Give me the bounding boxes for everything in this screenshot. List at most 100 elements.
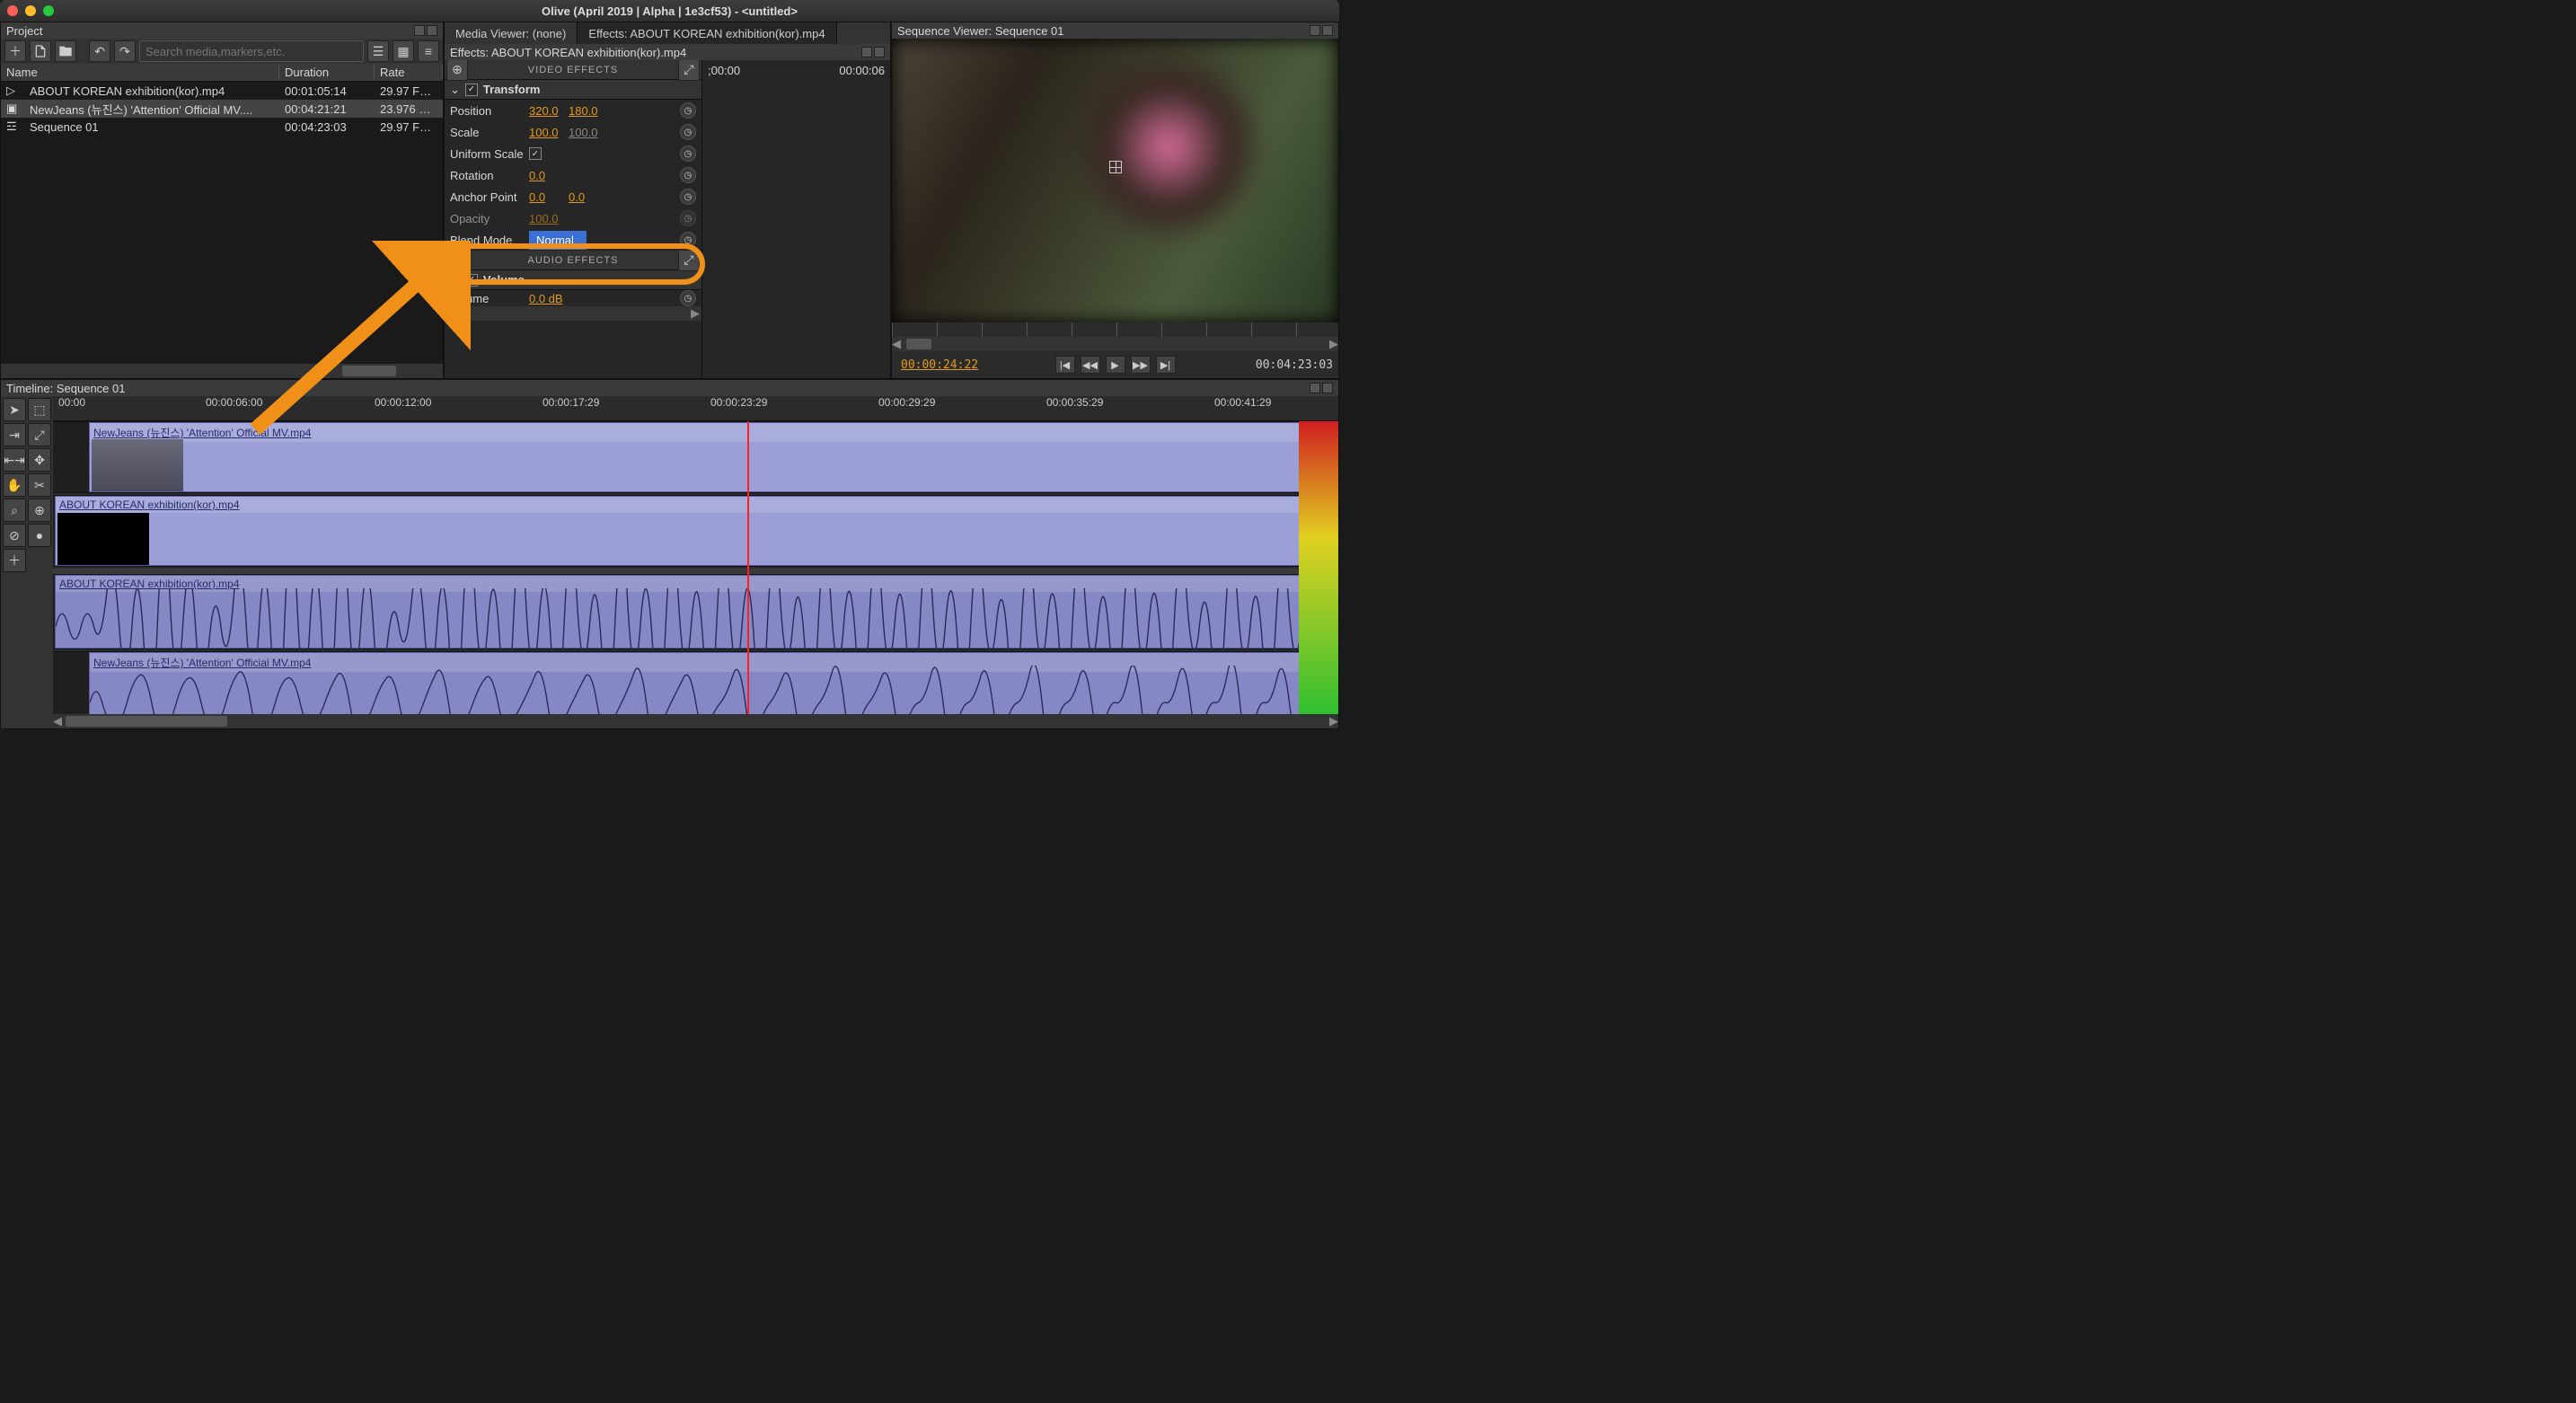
rotation-label: Rotation [450, 169, 529, 182]
keyframe-button[interactable]: ◷ [680, 146, 696, 162]
go-end-button[interactable]: ▶| [1156, 356, 1176, 374]
scale-x[interactable]: 100.0 [529, 126, 561, 139]
volume-value[interactable]: 0.0 dB [529, 292, 563, 305]
panel-close-icon[interactable] [1322, 383, 1333, 393]
audio-meter [1299, 421, 1338, 714]
keyframe-button[interactable]: ◷ [680, 210, 696, 226]
effects-panel: Media Viewer: (none) Effects: ABOUT KORE… [444, 22, 891, 379]
slip-tool[interactable]: ⇤⇥ [3, 448, 26, 472]
tab-media-viewer[interactable]: Media Viewer: (none) [445, 22, 578, 44]
rolling-tool[interactable]: ⤢ [28, 423, 51, 446]
video-clip[interactable]: ABOUT KOREAN exhibition(kor).mp4 [55, 496, 1328, 566]
audio-clip[interactable]: NewJeans (뉴진스) 'Attention' Official MV.m… [89, 652, 1328, 714]
chevron-down-icon[interactable]: ⌄ [450, 83, 460, 97]
grid-view-button[interactable]: ▦ [393, 40, 414, 62]
anchor-x[interactable]: 0.0 [529, 190, 561, 204]
video-effects-header: VIDEO EFFECTS [528, 65, 618, 75]
project-item[interactable]: ▷ ABOUT KOREAN exhibition(kor).mp4 00:01… [1, 82, 443, 100]
tree-view-button[interactable]: ≡ [418, 40, 439, 62]
col-duration[interactable]: Duration [279, 66, 375, 79]
clip-thumbnail [92, 439, 183, 491]
keyframe-button[interactable]: ◷ [680, 290, 696, 306]
panel-close-icon[interactable] [1322, 25, 1333, 36]
col-name[interactable]: Name [1, 66, 279, 79]
record-button[interactable]: ● [28, 524, 51, 547]
open-button[interactable] [30, 40, 51, 62]
col-rate[interactable]: Rate [375, 66, 443, 79]
scale-y: 100.0 [569, 126, 601, 139]
search-input[interactable] [139, 40, 364, 62]
video-viewport[interactable] [892, 39, 1338, 322]
anchor-label: Anchor Point [450, 190, 529, 204]
panel-float-icon[interactable] [1310, 25, 1320, 36]
timeline-panel: Timeline: Sequence 01 ➤⬚ ⇥⤢ ⇤⇥✥ ✋✂ ⌕⊕ ⊘●… [0, 379, 1339, 729]
keyframe-button[interactable]: ◷ [680, 167, 696, 183]
timeline-title: Timeline: Sequence 01 [6, 382, 126, 395]
position-y[interactable]: 180.0 [569, 104, 601, 118]
scale-label: Scale [450, 126, 529, 139]
kf-ruler-start: ;00:00 [708, 64, 740, 76]
sequence-viewer-panel: Sequence Viewer: Sequence 01 ◀▶ 00:00:24… [891, 22, 1339, 379]
slide-tool[interactable]: ✥ [28, 448, 51, 472]
play-button[interactable]: ▶ [1106, 356, 1125, 374]
anchor-y[interactable]: 0.0 [569, 190, 601, 204]
keyframe-button[interactable]: ◷ [680, 189, 696, 205]
fast-forward-button[interactable]: ▶▶ [1131, 356, 1151, 374]
hand-tool[interactable]: ✋ [3, 473, 26, 497]
effects-hscroll[interactable]: ◀▶ [445, 306, 701, 321]
transition-tool[interactable]: ⊕ [28, 499, 51, 522]
add-track-button[interactable]: ＋ [3, 549, 26, 572]
annotation-highlight [439, 243, 705, 285]
edit-tool[interactable]: ⬚ [28, 398, 51, 421]
kf-ruler-end: 00:00:06 [839, 64, 885, 76]
transform-enable-checkbox[interactable]: ✓ [465, 84, 478, 96]
position-label: Position [450, 104, 529, 118]
titlebar: Olive (April 2019 | Alpha | 1e3cf53) - <… [0, 0, 1339, 22]
effects-subtitle: Effects: ABOUT KOREAN exhibition(kor).mp… [450, 46, 686, 59]
tab-effects[interactable]: Effects: ABOUT KOREAN exhibition(kor).mp… [578, 22, 836, 44]
uniform-scale-label: Uniform Scale [450, 147, 529, 161]
audio-clip[interactable]: ABOUT KOREAN exhibition(kor).mp4 [55, 575, 1328, 649]
panel-float-icon[interactable] [1310, 383, 1320, 393]
window-title: Olive (April 2019 | Alpha | 1e3cf53) - <… [0, 4, 1339, 18]
opacity-value[interactable]: 100.0 [529, 212, 561, 225]
rotation-value[interactable]: 0.0 [529, 169, 561, 182]
panel-close-icon[interactable] [874, 47, 885, 57]
opacity-label: Opacity [450, 212, 529, 225]
timeline-hscroll[interactable]: ◀▶ [53, 714, 1338, 728]
razor-tool[interactable]: ✂ [28, 473, 51, 497]
folder-button[interactable] [55, 40, 76, 62]
project-item[interactable]: ☲ Sequence 01 00:04:23:03 29.97 FPS [1, 118, 443, 136]
panel-close-icon[interactable] [427, 25, 437, 36]
timeline-tracks[interactable]: NewJeans (뉴진스) 'Attention' Official MV.m… [53, 421, 1338, 714]
add-video-effect-button[interactable]: ⊕ [446, 60, 468, 81]
panel-float-icon[interactable] [861, 47, 872, 57]
zoom-tool[interactable]: ⌕ [3, 499, 26, 522]
timeline-tools: ➤⬚ ⇥⤢ ⇤⇥✥ ✋✂ ⌕⊕ ⊘● ＋ [1, 396, 53, 728]
viewer-hscroll[interactable]: ◀▶ [892, 337, 1338, 351]
panel-float-icon[interactable] [414, 25, 425, 36]
uniform-scale-checkbox[interactable]: ✓ [529, 147, 542, 160]
list-view-button[interactable]: ☰ [367, 40, 389, 62]
sequence-viewer-title: Sequence Viewer: Sequence 01 [897, 24, 1064, 38]
playhead[interactable] [747, 421, 749, 714]
go-start-button[interactable]: |◀ [1055, 356, 1075, 374]
rewind-button[interactable]: ◀◀ [1081, 356, 1100, 374]
video-effect-expand-button[interactable]: ⤢ [678, 60, 700, 81]
duration-timecode: 00:04:23:03 [1256, 358, 1333, 372]
undo-button[interactable]: ↶ [89, 40, 110, 62]
transform-title: Transform [483, 83, 541, 96]
clip-thumbnail [57, 513, 149, 565]
center-marker-icon [1109, 161, 1122, 173]
new-button[interactable]: ＋ [4, 40, 26, 62]
current-timecode[interactable]: 00:00:24:22 [901, 358, 978, 372]
pointer-tool[interactable]: ➤ [3, 398, 26, 421]
ripple-tool[interactable]: ⇥ [3, 423, 26, 446]
snapping-toggle[interactable]: ⊘ [3, 524, 26, 547]
keyframe-button[interactable]: ◷ [680, 124, 696, 140]
project-item[interactable]: ▣ NewJeans (뉴진스) 'Attention' Official MV… [1, 100, 443, 118]
redo-button[interactable]: ↷ [114, 40, 136, 62]
viewer-ruler[interactable] [892, 322, 1338, 337]
position-x[interactable]: 320.0 [529, 104, 561, 118]
keyframe-button[interactable]: ◷ [680, 102, 696, 119]
